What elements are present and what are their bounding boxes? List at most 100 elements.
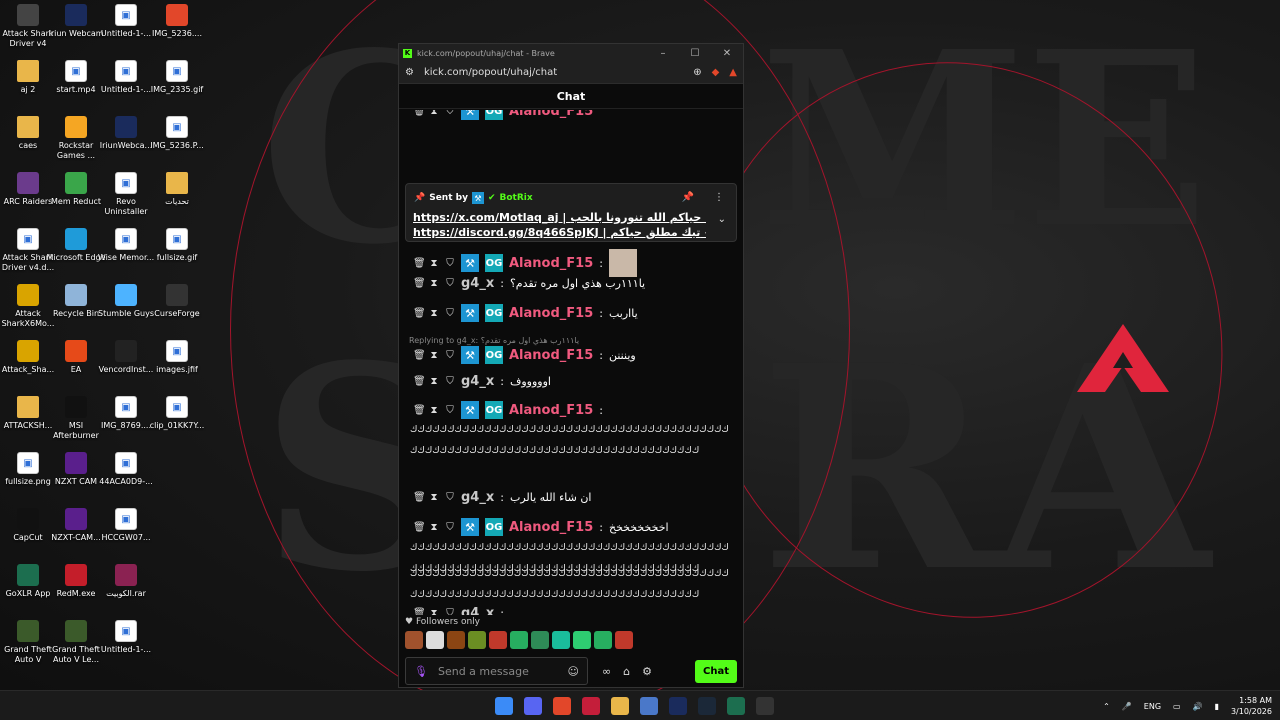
- desktop-icon[interactable]: MSI Afterburner: [48, 396, 104, 441]
- affinity-icon[interactable]: [582, 697, 600, 715]
- chat-message[interactable]: 🗑 ⧗ ⛉ ⚒ OG Alanod_F15: اخخخخخخخخ: [413, 518, 733, 536]
- desktop-icon[interactable]: تحديات: [149, 172, 205, 207]
- desktop-icon[interactable]: ▣ Revo Uninstaller: [98, 172, 154, 217]
- taskbar[interactable]: ⌃ 🎤 ENG ▭ 🔊 ▮ 1:58 AM 3/10/2026: [0, 690, 1280, 720]
- delete-icon[interactable]: 🗑: [413, 350, 426, 361]
- pinned-bot-name[interactable]: BotRix: [500, 193, 533, 203]
- chat-username[interactable]: Alanod_F15: [509, 306, 593, 321]
- discord-icon[interactable]: [524, 697, 542, 715]
- brave-rewards-icon[interactable]: ▲: [729, 67, 737, 78]
- desktop-icon[interactable]: IMG_5236....: [149, 4, 205, 39]
- delete-icon[interactable]: 🗑: [413, 376, 426, 387]
- chat-message[interactable]: 🗑 ⧗ ⛉ ⚒ OG Alanod_F15:: [413, 401, 733, 419]
- emote-icon[interactable]: [510, 631, 528, 649]
- shield-icon[interactable]: ⛉: [445, 376, 455, 387]
- desktop-icon[interactable]: Rockstar Games ...: [48, 116, 104, 161]
- desktop-icon[interactable]: ▣ Untitled-1-...: [98, 60, 154, 95]
- send-chat-button[interactable]: Chat: [695, 659, 737, 683]
- emote-icon[interactable]: [489, 631, 507, 649]
- kick-points-icon[interactable]: ∞: [602, 665, 611, 678]
- brave-shield-icon[interactable]: ◆: [712, 67, 720, 78]
- delete-icon[interactable]: 🗑: [413, 258, 426, 269]
- goxlr-icon[interactable]: [727, 697, 745, 715]
- system-tray[interactable]: ⌃ 🎤 ENG ▭ 🔊 ▮ 1:58 AM 3/10/2026: [1103, 695, 1272, 717]
- desktop-icon[interactable]: ▣ Untitled-1-...: [98, 4, 154, 39]
- timeout-icon[interactable]: ⧗: [429, 376, 439, 387]
- emote-icon[interactable]: [426, 631, 444, 649]
- zoom-icon[interactable]: ⊕: [693, 67, 701, 78]
- timeout-icon[interactable]: ⧗: [429, 492, 439, 503]
- desktop-icon[interactable]: VencordInst...: [98, 340, 154, 375]
- chat-message[interactable]: 🗑 ⧗ ⛉ ⚒ OG Alanod_F15:: [413, 249, 733, 277]
- pinned-message[interactable]: 📌 Sent by ⚒ ✔ BotRix 📌 ⋮ ⌄ https://x.com…: [405, 183, 737, 242]
- chat-message[interactable]: 🗑 ⧗ ⛉ ⚒ OG Alanod_F15: [413, 110, 733, 120]
- emoji-icon[interactable]: ☺: [568, 665, 579, 678]
- shield-icon[interactable]: ⛉: [445, 350, 455, 361]
- desktop-icon[interactable]: ▣ fullsize.gif: [149, 228, 205, 263]
- desktop-icon[interactable]: ▣ HCCGW07...: [98, 508, 154, 543]
- address-bar[interactable]: ⚙ kick.com/popout/uhaj/chat ⊕ ◆ ▲: [399, 62, 743, 84]
- timeout-icon[interactable]: ⧗: [429, 405, 439, 416]
- browser-window[interactable]: K kick.com/popout/uhaj/chat - Brave – ☐ …: [398, 43, 744, 688]
- chat-message[interactable]: 🗑 ⧗ ⛉ ⚒ OG Alanod_F15: وينننن: [413, 346, 733, 364]
- delete-icon[interactable]: 🗑: [413, 308, 426, 319]
- timeout-icon[interactable]: ⧗: [429, 608, 439, 615]
- desktop-icon[interactable]: Grand Theft Auto V Le...: [48, 620, 104, 665]
- chat-username[interactable]: Alanod_F15: [509, 110, 593, 119]
- chat-message[interactable]: 🗑 ⧗ ⛉ ⚒ OG Alanod_F15: يااربب: [413, 304, 733, 322]
- chat-input[interactable]: 🎙 Send a message ☺: [405, 657, 588, 685]
- steam-icon[interactable]: [698, 697, 716, 715]
- shield-icon[interactable]: ⛉: [445, 522, 455, 533]
- chat-image[interactable]: [608, 249, 637, 277]
- unpin-icon[interactable]: 📌: [682, 192, 694, 203]
- mic-icon[interactable]: 🎙: [414, 665, 428, 678]
- desktop-icon[interactable]: ▣ IMG_5236.P...: [149, 116, 205, 151]
- close-button[interactable]: ✕: [711, 48, 743, 59]
- desktop-icon[interactable]: ▣ IMG_8769....: [98, 396, 154, 431]
- store-icon[interactable]: ⌂: [623, 665, 630, 678]
- shield-icon[interactable]: ⛉: [445, 308, 455, 319]
- chat-message[interactable]: 🗑 ⧗ ⛉ g4_x:: [413, 606, 733, 615]
- chat-username[interactable]: g4_x: [461, 276, 494, 291]
- emote-icon[interactable]: [552, 631, 570, 649]
- timeout-icon[interactable]: ⧗: [429, 350, 439, 361]
- desktop-icon[interactable]: ▣ Untitled-1-...: [98, 620, 154, 655]
- desktop-icon[interactable]: ▣ clip_01KK7Y...: [149, 396, 205, 431]
- clock[interactable]: 1:58 AM 3/10/2026: [1231, 695, 1272, 717]
- app-icon[interactable]: [640, 697, 658, 715]
- chat-messages[interactable]: 🗑 ⧗ ⛉ ⚒ OG Alanod_F15 📌 Sent by ⚒ ✔ BotRix …: [399, 110, 743, 615]
- emote-bar[interactable]: [405, 631, 633, 649]
- desktop-icon[interactable]: الكوبيت.rar: [98, 564, 154, 599]
- desktop-icon[interactable]: ▣ Wise Memor...: [98, 228, 154, 263]
- delete-icon[interactable]: 🗑: [413, 522, 426, 533]
- desktop-icon[interactable]: ▣ IMG_2335.gif: [149, 60, 205, 95]
- chat-username[interactable]: Alanod_F15: [509, 403, 593, 418]
- desktop-icon[interactable]: CurseForge: [149, 284, 205, 319]
- chat-username[interactable]: g4_x: [461, 374, 494, 389]
- obs-icon[interactable]: [756, 697, 774, 715]
- shield-icon[interactable]: ⛉: [445, 608, 455, 615]
- timeout-icon[interactable]: ⧗: [429, 110, 439, 117]
- chat-username[interactable]: Alanod_F15: [509, 348, 593, 363]
- settings-icon[interactable]: ⚙: [642, 665, 652, 678]
- battery-icon[interactable]: ▮: [1215, 702, 1219, 711]
- shield-icon[interactable]: ⛉: [445, 405, 455, 416]
- chevron-down-icon[interactable]: ⌄: [718, 214, 726, 225]
- chat-message[interactable]: 🗑 ⧗ ⛉ g4_x: اوووووف: [413, 374, 733, 389]
- emote-icon[interactable]: [405, 631, 423, 649]
- site-settings-icon[interactable]: ⚙: [405, 67, 414, 78]
- microphone-icon[interactable]: 🎤: [1122, 702, 1132, 711]
- shield-icon[interactable]: ⛉: [445, 110, 455, 117]
- delete-icon[interactable]: 🗑: [413, 405, 426, 416]
- chat-input-placeholder[interactable]: Send a message: [438, 665, 529, 678]
- chat-input-row[interactable]: 🎙 Send a message ☺ ∞ ⌂ ⚙ Chat: [405, 657, 737, 685]
- file-explorer-icon[interactable]: [611, 697, 629, 715]
- window-titlebar[interactable]: K kick.com/popout/uhaj/chat - Brave – ☐ …: [399, 44, 743, 62]
- emote-icon[interactable]: [531, 631, 549, 649]
- chat-message[interactable]: 🗑 ⧗ ⛉ g4_x: ان شاء الله يالرب: [413, 490, 733, 505]
- timeout-icon[interactable]: ⧗: [429, 522, 439, 533]
- emote-icon[interactable]: [468, 631, 486, 649]
- network-icon[interactable]: ▭: [1173, 702, 1181, 711]
- pinned-line-2[interactable]: https://discord.gg/8q466SpJKJ | تيك مطلق…: [413, 226, 706, 239]
- minimize-button[interactable]: –: [647, 48, 679, 59]
